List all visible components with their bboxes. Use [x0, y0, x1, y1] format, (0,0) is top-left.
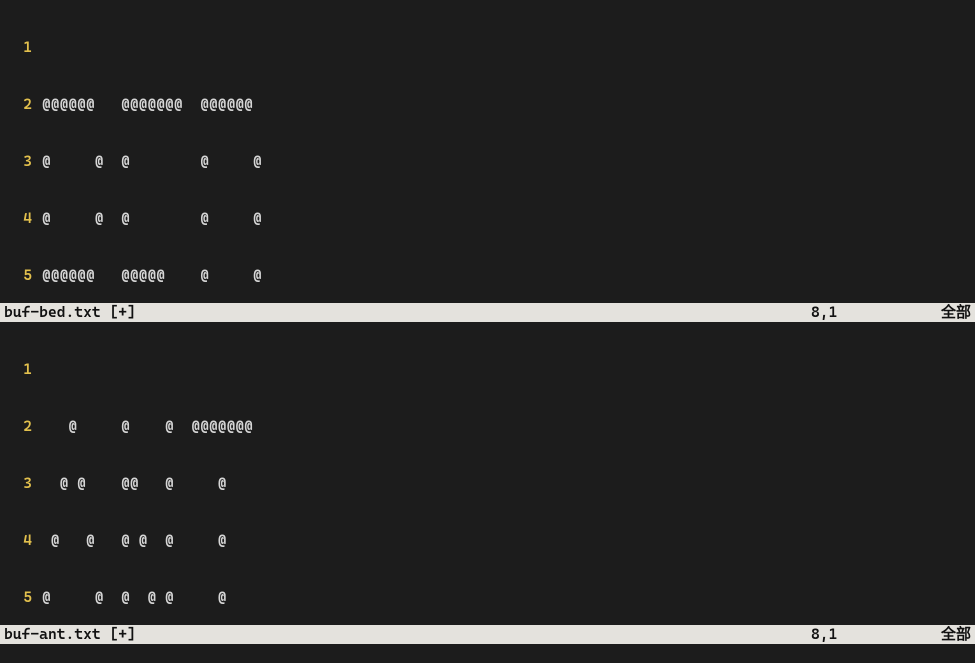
code-line: 3 @ @ @@ @ @	[8, 474, 975, 493]
vim-window: 1 2@@@@@@ @@@@@@@ @@@@@@ 3@ @ @ @ @ 4@ @…	[0, 0, 975, 663]
code-line: 1	[8, 360, 975, 379]
split-pane-bottom[interactable]: 1 2 @ @ @ @@@@@@@ 3 @ @ @@ @ @ 4 @ @ @ @…	[0, 322, 975, 625]
code-line: 1	[8, 38, 975, 57]
command-line[interactable]	[0, 644, 975, 663]
code-line: 3@ @ @ @ @	[8, 152, 975, 171]
code-line: 5@ @ @ @ @ @	[8, 588, 975, 607]
status-bar-bottom: buf-ant.txt [+] 8,1 全部	[0, 625, 975, 644]
code-line: 4@ @ @ @ @	[8, 209, 975, 228]
buffer-top[interactable]: 1 2@@@@@@ @@@@@@@ @@@@@@ 3@ @ @ @ @ 4@ @…	[0, 0, 975, 303]
code-line: 2@@@@@@ @@@@@@@ @@@@@@	[8, 95, 975, 114]
status-filename: buf-ant.txt [+]	[4, 625, 136, 644]
status-percent: 全部	[931, 303, 971, 322]
code-line: 5@@@@@@ @@@@@ @ @	[8, 266, 975, 285]
status-cursor-position: 8,1	[811, 303, 931, 322]
status-cursor-position: 8,1	[811, 625, 931, 644]
status-percent: 全部	[931, 625, 971, 644]
code-line: 2 @ @ @ @@@@@@@	[8, 417, 975, 436]
split-pane-top[interactable]: 1 2@@@@@@ @@@@@@@ @@@@@@ 3@ @ @ @ @ 4@ @…	[0, 0, 975, 303]
status-bar-top: buf-bed.txt [+] 8,1 全部	[0, 303, 975, 322]
buffer-bottom[interactable]: 1 2 @ @ @ @@@@@@@ 3 @ @ @@ @ @ 4 @ @ @ @…	[0, 322, 975, 625]
code-line: 4 @ @ @ @ @ @	[8, 531, 975, 550]
status-filename: buf-bed.txt [+]	[4, 303, 136, 322]
